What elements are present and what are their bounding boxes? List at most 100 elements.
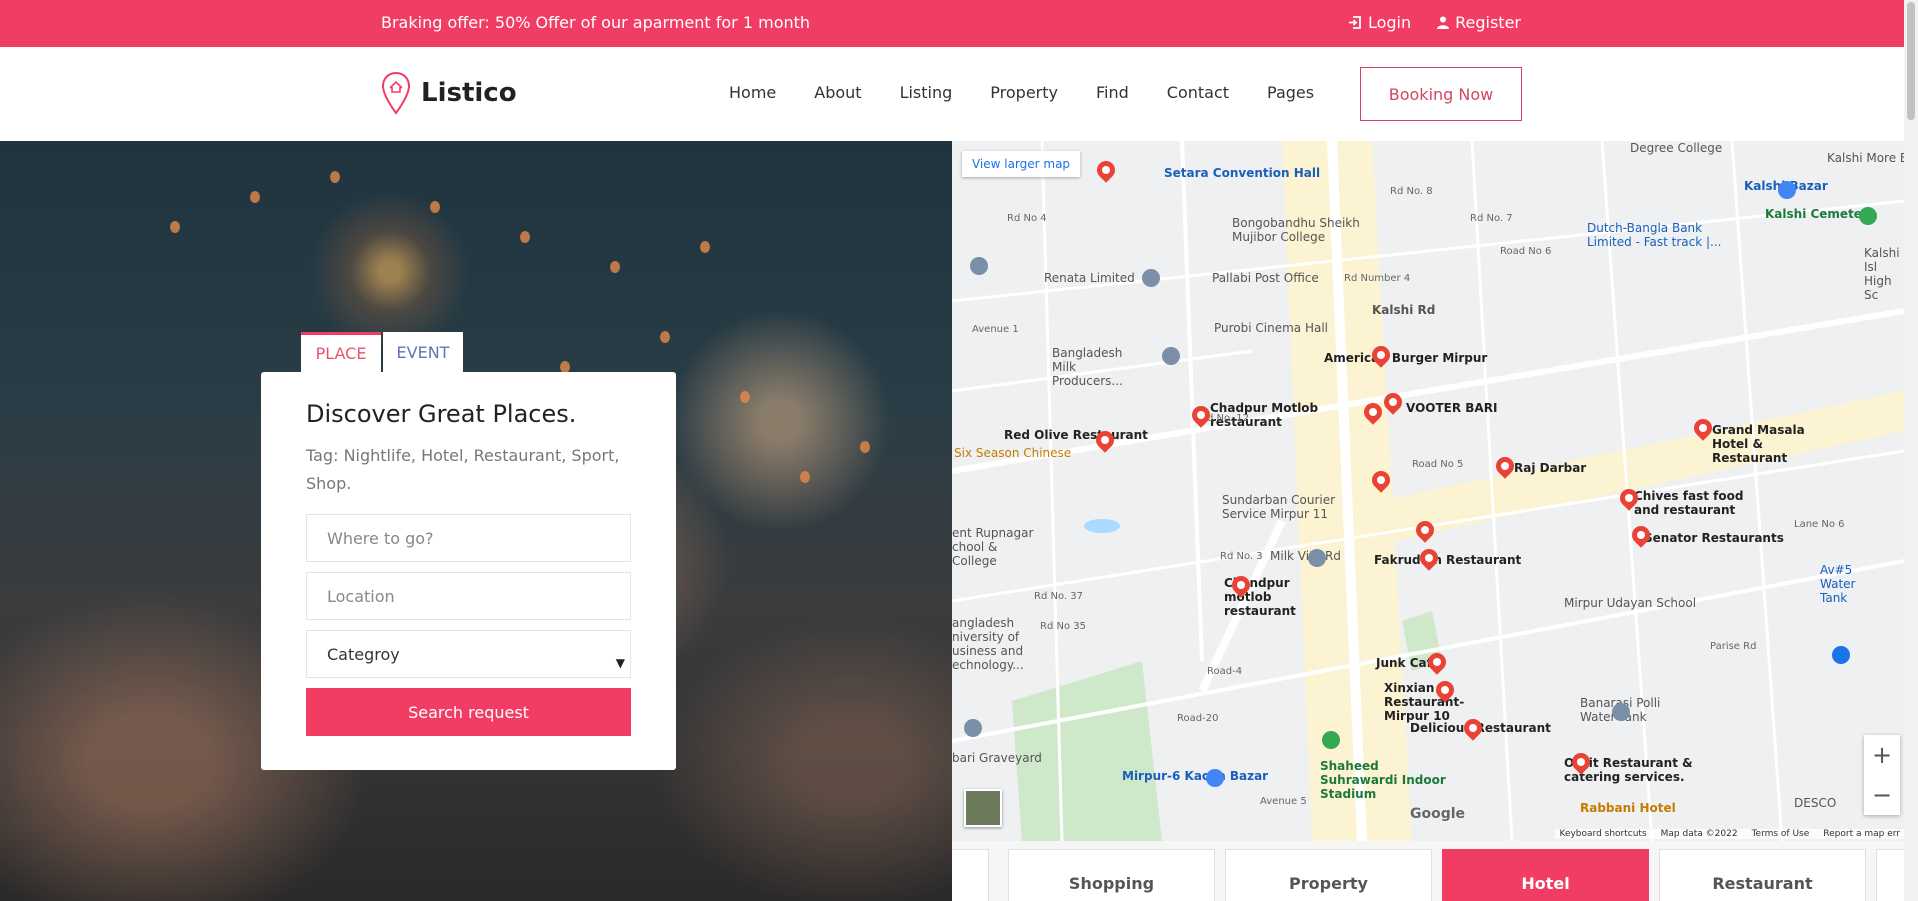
- logo[interactable]: Listico: [381, 71, 517, 115]
- map-label-renata: Renata Limited: [1044, 271, 1135, 285]
- map-label-kacha-bazar: Mirpur-6 Kacha Bazar: [1122, 769, 1269, 783]
- map-label-pallabi: Pallabi Post Office: [1212, 271, 1319, 285]
- register-label: Register: [1455, 13, 1521, 32]
- map-label-kalshi-isl: Kalshi Isl High Sc: [1864, 246, 1900, 302]
- place-pin-icon[interactable]: [1832, 646, 1850, 664]
- place-pin-icon[interactable]: [1612, 703, 1630, 721]
- map-label-grand-masala: Grand Masala Hotel & Restaurant: [1712, 423, 1805, 465]
- map-label-road-no-6: Road No 6: [1500, 246, 1552, 257]
- map-label-university: angladesh niversity of usiness and echno…: [952, 616, 1024, 672]
- offer-text: Braking offer: 50% Offer of our aparment…: [381, 13, 811, 32]
- map-label-rupnagar: ent Rupnagar chool & College: [952, 526, 1034, 568]
- category-restaurant[interactable]: Restaurant: [1659, 849, 1866, 901]
- google-logo: Google: [1410, 806, 1466, 822]
- nav-about[interactable]: About: [814, 83, 861, 102]
- map-label-avenue-5: Avenue 5: [1260, 796, 1307, 807]
- google-map[interactable]: View larger map Setara Convention Hall B…: [952, 141, 1904, 841]
- map-label-parise-rd: Parise Rd: [1710, 641, 1757, 652]
- page-scrollbar[interactable]: [1904, 0, 1918, 901]
- tab-place[interactable]: PLACE: [301, 332, 381, 372]
- lantern-light: [860, 441, 870, 453]
- login-label: Login: [1367, 13, 1412, 32]
- lantern-light: [700, 241, 710, 253]
- category-item-partial[interactable]: [1876, 849, 1904, 901]
- scrollbar-thumb[interactable]: [1907, 2, 1915, 120]
- search-tags: Tag: Nightlife, Hotel, Restaurant, Sport…: [306, 446, 620, 493]
- map-label-mirpur-udayan: Mirpur Udayan School: [1564, 596, 1697, 610]
- map-label-milk-producers: Bangladesh Milk Producers...: [1052, 346, 1123, 388]
- map-footer: Keyboard shortcuts Map data ©2022 Terms …: [1555, 829, 1904, 839]
- user-icon: [1437, 16, 1450, 29]
- map-label-desco: DESCO: [1794, 796, 1837, 810]
- cemetery-pin-icon[interactable]: [1859, 207, 1877, 225]
- map-label-purobi: Purobi Cinema Hall: [1214, 321, 1329, 335]
- place-pin-icon[interactable]: [964, 719, 982, 737]
- lantern-light: [430, 201, 440, 213]
- map-label-six-season: Six Season Chinese: [954, 446, 1072, 460]
- booking-now-button[interactable]: Booking Now: [1360, 67, 1522, 121]
- zoom-in-icon[interactable]: +: [1872, 741, 1892, 769]
- register-link[interactable]: Register: [1437, 13, 1521, 32]
- nav-find[interactable]: Find: [1096, 83, 1129, 102]
- login-link[interactable]: Login: [1348, 13, 1411, 32]
- map-label-rabbani: Rabbani Hotel: [1580, 801, 1676, 815]
- map-label-rd-no-7: Rd No. 7: [1470, 213, 1513, 224]
- map-label-lane-no-6: Lane No 6: [1794, 519, 1845, 530]
- map-label-rd-number-4: Rd Number 4: [1344, 273, 1411, 284]
- category-item-partial[interactable]: [952, 849, 989, 901]
- zoom-out-icon[interactable]: −: [1872, 781, 1892, 809]
- nav-property[interactable]: Property: [990, 83, 1058, 102]
- view-larger-map-link[interactable]: View larger map: [962, 151, 1080, 177]
- zoom-controls: + −: [1864, 735, 1900, 815]
- map-label-road-no-5: Road No 5: [1412, 459, 1464, 470]
- category-hotel[interactable]: Hotel: [1442, 849, 1649, 901]
- login-icon: [1348, 16, 1361, 29]
- map-label-bongobandhu: Bongobandhu Sheikh Mujibor College: [1232, 216, 1360, 244]
- map-label-degree-college: Degree College: [1630, 141, 1723, 155]
- map-label-water-tank: Av#5 Water Tank: [1820, 563, 1856, 605]
- map-label-chives: Chives fast food and restaurant: [1634, 489, 1744, 517]
- lantern-light: [800, 471, 810, 483]
- map-label-kalshi-more: Kalshi More Bus S: [1827, 151, 1904, 165]
- stadium-pin-icon[interactable]: [1322, 731, 1340, 749]
- shopping-pin-icon[interactable]: [1206, 769, 1224, 787]
- satellite-toggle[interactable]: [964, 789, 1002, 827]
- map-label-graveyard: bari Graveyard: [952, 751, 1042, 765]
- nav-home[interactable]: Home: [729, 83, 776, 102]
- place-pin-icon[interactable]: [1142, 269, 1160, 287]
- place-pin-icon[interactable]: [1162, 347, 1180, 365]
- map-label-sundarban: Sundarban Courier Service Mirpur 11: [1222, 493, 1336, 521]
- category-property[interactable]: Property: [1225, 849, 1432, 901]
- location-input[interactable]: [306, 572, 631, 620]
- map-label-vooter-bari: VOOTER BARI: [1406, 401, 1498, 415]
- map-label-road-4: Road-4: [1207, 666, 1243, 677]
- tab-event[interactable]: EVENT: [383, 332, 463, 372]
- place-pin-icon[interactable]: [1308, 549, 1326, 567]
- map-label-rd-no-4: Rd No 4: [1007, 213, 1047, 224]
- map-label-avenue-1: Avenue 1: [972, 324, 1019, 335]
- offer-bar: Braking offer: 50% Offer of our aparment…: [0, 0, 1904, 47]
- nav-contact[interactable]: Contact: [1167, 83, 1229, 102]
- nav-listing[interactable]: Listing: [900, 83, 953, 102]
- location-pin-logo-icon: [381, 71, 411, 115]
- map-label-red-olive: Red Olive Restaurant: [1004, 428, 1148, 442]
- map-label-kalshi-rd: Kalshi Rd: [1372, 303, 1436, 317]
- category-shopping[interactable]: Shopping: [1008, 849, 1215, 901]
- report-map-error-link[interactable]: Report a map err: [1823, 829, 1900, 839]
- category-select[interactable]: Categroy: [306, 630, 631, 678]
- map-label-rd-no-3: Rd No. 3: [1220, 551, 1263, 562]
- keyboard-shortcuts-link[interactable]: Keyboard shortcuts: [1559, 829, 1646, 839]
- map-label-shaheed-stadium: Shaheed Suhrawardi Indoor Stadium: [1320, 759, 1446, 801]
- where-to-go-input[interactable]: [306, 514, 631, 562]
- terms-of-use-link[interactable]: Terms of Use: [1752, 829, 1810, 839]
- search-card: Discover Great Places. Tag: Nightlife, H…: [261, 372, 676, 770]
- map-roads: [952, 141, 1904, 841]
- category-select-value: Categroy: [327, 644, 400, 664]
- map-data-text: Map data ©2022: [1660, 829, 1738, 839]
- shopping-pin-icon[interactable]: [1778, 181, 1796, 199]
- auth-links: Login Register: [1348, 13, 1521, 32]
- map-label-senator: Senator Restaurants: [1644, 531, 1784, 545]
- search-request-button[interactable]: Search request: [306, 688, 631, 736]
- nav-pages[interactable]: Pages: [1267, 83, 1314, 102]
- place-pin-icon[interactable]: [970, 257, 988, 275]
